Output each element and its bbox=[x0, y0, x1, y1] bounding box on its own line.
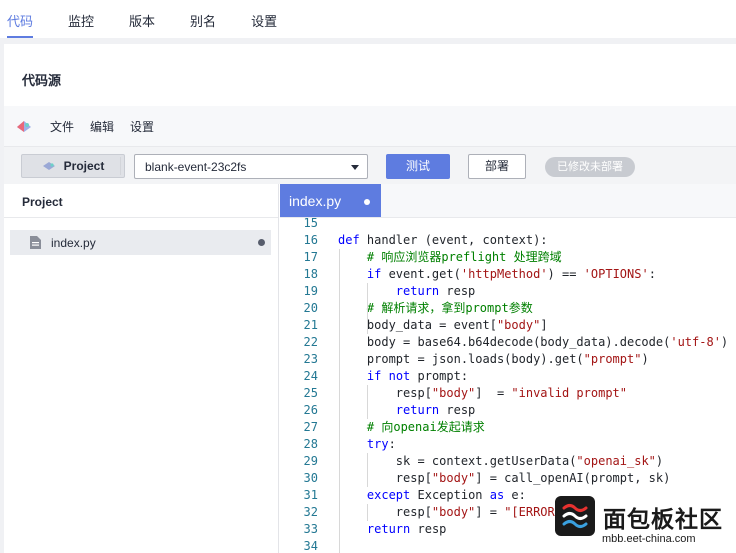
code-line: 22 body = base64.b64decode(body_data).de… bbox=[280, 334, 736, 351]
file-item-index-py[interactable]: index.py bbox=[10, 230, 271, 255]
test-button[interactable]: 测试 bbox=[386, 154, 450, 179]
code-text: resp["body"] = call_openAI(prompt, sk) bbox=[338, 471, 671, 485]
code-text: sk = context.getUserData("openai_sk") bbox=[338, 454, 664, 468]
line-number: 19 bbox=[303, 284, 318, 298]
code-line: 23 prompt = json.loads(body).get("prompt… bbox=[280, 351, 736, 368]
code-line: 28 try: bbox=[280, 436, 736, 453]
editor-tab-index-py[interactable]: index.py bbox=[280, 184, 381, 217]
code-line: 21 body_data = event["body"] bbox=[280, 317, 736, 334]
code-text: return resp bbox=[395, 403, 476, 417]
line-number: 33 bbox=[303, 522, 318, 536]
ide-logo-icon bbox=[14, 116, 34, 136]
code-text: return resp bbox=[395, 284, 476, 298]
line-number: 17 bbox=[303, 250, 318, 264]
line-number: 30 bbox=[303, 471, 318, 485]
indent-guide bbox=[338, 249, 340, 553]
line-number: 29 bbox=[303, 454, 318, 468]
file-name: index.py bbox=[51, 235, 96, 250]
code-text: body = base64.b64decode(body_data).decod… bbox=[338, 335, 729, 349]
code-text: # 响应浏览器preflight 处理跨域 bbox=[366, 250, 562, 264]
line-number: 25 bbox=[303, 386, 318, 400]
project-sidebar: Project index.py bbox=[4, 184, 279, 553]
status-badge: 已修改未部署 bbox=[545, 157, 635, 177]
project-icon bbox=[42, 160, 56, 172]
unsaved-dot-icon bbox=[364, 199, 370, 205]
code-line: 27 # 向openai发起请求 bbox=[280, 419, 736, 436]
code-line: 15 bbox=[280, 215, 736, 232]
tab-version[interactable]: 版本 bbox=[129, 0, 155, 38]
line-number: 27 bbox=[303, 420, 318, 434]
indent-guide bbox=[367, 453, 369, 487]
menu-settings[interactable]: 设置 bbox=[130, 118, 154, 135]
sidebar-header: Project bbox=[4, 184, 278, 218]
line-number: 31 bbox=[303, 488, 318, 502]
ide-toolbar: Project blank-event-23c2fs 测试 部署 已修改未部署 bbox=[4, 146, 736, 184]
line-number: 26 bbox=[303, 403, 318, 417]
code-text: resp["body"] = "invalid prompt" bbox=[338, 386, 627, 400]
watermark-title: 面包板社区 bbox=[603, 506, 723, 532]
code-line: 20 # 解析请求，拿到prompt参数 bbox=[280, 300, 736, 317]
watermark-url: mbb.eet-china.com bbox=[602, 533, 696, 545]
indent-guide bbox=[367, 283, 369, 334]
code-line: 25 resp["body"] = "invalid prompt" bbox=[280, 385, 736, 402]
menu-file[interactable]: 文件 bbox=[50, 118, 74, 135]
toolbar-divider bbox=[120, 157, 121, 175]
ide-menubar: 文件 编辑 设置 bbox=[4, 106, 736, 146]
line-number: 16 bbox=[303, 233, 318, 247]
code-line: 19 return resp bbox=[280, 283, 736, 300]
code-line: 29 sk = context.getUserData("openai_sk") bbox=[280, 453, 736, 470]
code-text: prompt = json.loads(body).get("prompt") bbox=[338, 352, 649, 366]
code-line: 18 if event.get('httpMethod') == 'OPTION… bbox=[280, 266, 736, 283]
code-text: if not prompt: bbox=[366, 369, 469, 383]
menu-edit[interactable]: 编辑 bbox=[90, 118, 114, 135]
code-line: 17 # 响应浏览器preflight 处理跨域 bbox=[280, 249, 736, 266]
line-number: 15 bbox=[303, 216, 318, 230]
watermark-logo-icon bbox=[555, 496, 595, 536]
code-text: try: bbox=[366, 437, 396, 451]
line-number: 23 bbox=[303, 352, 318, 366]
indent-guide bbox=[367, 385, 369, 419]
tab-alias[interactable]: 别名 bbox=[190, 0, 216, 38]
project-button-label: Project bbox=[63, 159, 105, 173]
tab-settings[interactable]: 设置 bbox=[251, 0, 277, 38]
code-text: body_data = event["body"] bbox=[338, 318, 548, 332]
code-text: resp["body"] = "[ERROR] " bbox=[338, 505, 577, 519]
line-number: 34 bbox=[303, 539, 318, 553]
line-number: 21 bbox=[303, 318, 318, 332]
code-source-panel: 代码源 文件 编辑 设置 Project blank-event-23c2fs bbox=[4, 44, 736, 553]
line-number: 18 bbox=[303, 267, 318, 281]
section-title: 代码源 bbox=[22, 73, 62, 88]
line-number: 20 bbox=[303, 301, 318, 315]
editor-tab-label: index.py bbox=[289, 193, 342, 209]
project-button[interactable]: Project bbox=[21, 154, 125, 178]
code-line: 26 return resp bbox=[280, 402, 736, 419]
code-text: def handler (event, context): bbox=[338, 233, 548, 247]
line-number: 32 bbox=[303, 505, 318, 519]
code-text: except Exception as e: bbox=[366, 488, 526, 502]
code-text: if event.get('httpMethod') == 'OPTIONS': bbox=[366, 267, 656, 281]
code-line: 24 if not prompt: bbox=[280, 368, 736, 385]
tab-monitor[interactable]: 监控 bbox=[68, 0, 94, 38]
code-line: 16 def handler (event, context): bbox=[280, 232, 736, 249]
function-select[interactable]: blank-event-23c2fs bbox=[134, 154, 368, 179]
code-line: 30 resp["body"] = call_openAI(prompt, sk… bbox=[280, 470, 736, 487]
function-select-value: blank-event-23c2fs bbox=[145, 160, 247, 174]
file-icon bbox=[30, 236, 41, 249]
deploy-button[interactable]: 部署 bbox=[468, 154, 526, 179]
indent-guide bbox=[367, 504, 369, 521]
chevron-down-icon bbox=[351, 165, 359, 170]
tab-code[interactable]: 代码 bbox=[7, 0, 34, 38]
top-tab-bar: 代码 监控 版本 别名 设置 bbox=[0, 0, 736, 38]
watermark: 面包板社区 mbb.eet-china.com bbox=[555, 496, 733, 550]
line-number: 24 bbox=[303, 369, 318, 383]
modified-dot-icon bbox=[258, 239, 265, 246]
editor-tab-bar: index.py bbox=[280, 184, 736, 218]
code-text: return resp bbox=[366, 522, 447, 536]
line-number: 28 bbox=[303, 437, 318, 451]
code-text: # 向openai发起请求 bbox=[366, 420, 485, 434]
line-number: 22 bbox=[303, 335, 318, 349]
